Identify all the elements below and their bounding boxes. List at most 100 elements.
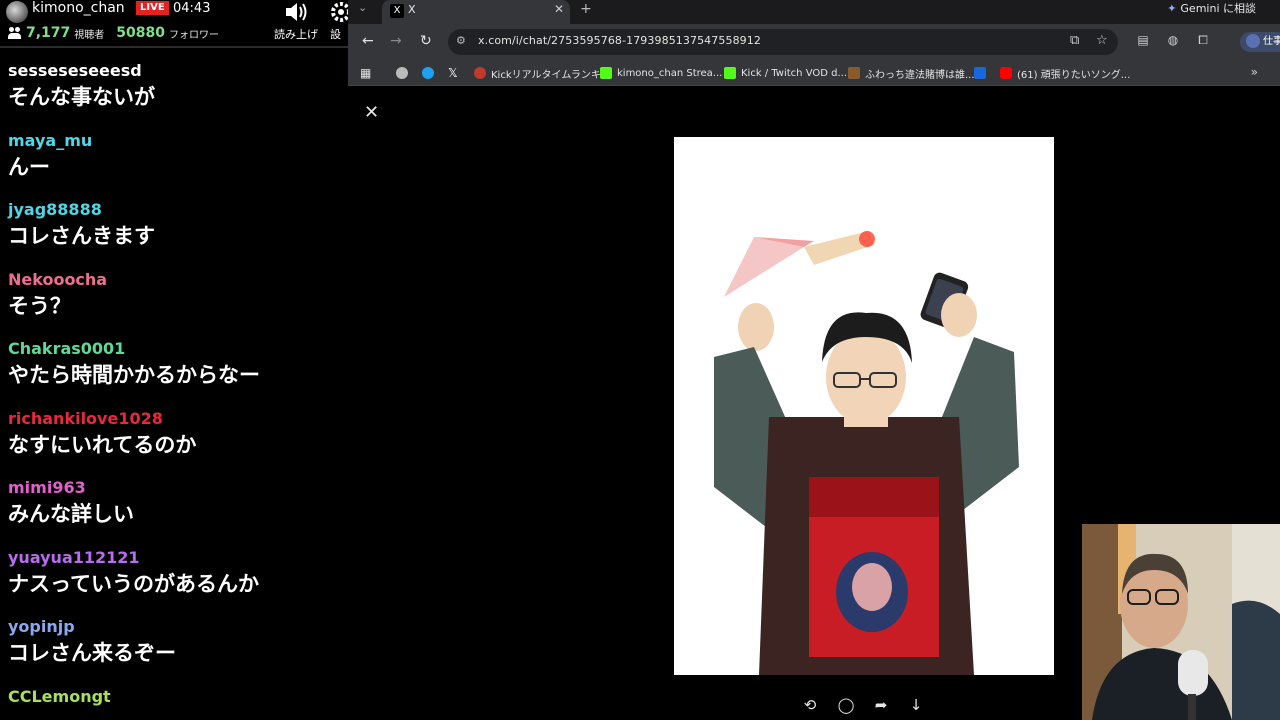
read-aloud-button[interactable]: 読み上げ (272, 0, 320, 42)
settings-label: 設 (330, 28, 341, 41)
chat-message: yopinjp コレさん来るぞー (8, 616, 344, 686)
site-info-icon[interactable]: ⚙ (456, 34, 470, 48)
bookmark-icon-2 (422, 67, 434, 79)
bookmark-fuwacchi[interactable]: ふわっち違法賭博は誰... (848, 66, 975, 81)
viewer-count: 7,177 (26, 25, 71, 41)
bookmark-x[interactable]: 𝕏 (448, 66, 458, 80)
channel-name: kimono_chan (32, 0, 125, 16)
webcam-overlay (1082, 524, 1280, 720)
reload-icon[interactable]: ↻ (420, 33, 432, 49)
bookmark-star-icon[interactable]: ☆ (1096, 33, 1108, 48)
extensions-puzzle-icon[interactable]: ⧠ (1196, 33, 1210, 47)
extension-icon-1[interactable]: ◍ (1166, 33, 1180, 47)
chat-username: maya_mu (8, 130, 93, 150)
browser-toolbar: ← → ↻ ⚙ x.com/i/chat/2753595768-17939851… (348, 24, 1280, 60)
bookmark-label: Kick / Twitch VOD d... (741, 67, 847, 79)
viewers-icon (8, 27, 22, 39)
chat-message: richankilove1028 なすにいれてるのか (8, 408, 344, 478)
chat-username: richankilove1028 (8, 408, 163, 428)
repost-icon[interactable]: ⟲ (800, 695, 820, 715)
download-icon[interactable]: ↓ (906, 695, 926, 715)
chat-overlay: kimono_chan LIVE 04:43 7,177 視聴者 50880 フ… (0, 0, 348, 720)
tab-search-icon[interactable]: ⌄ (358, 0, 374, 18)
close-media-icon[interactable]: ✕ (364, 103, 379, 123)
back-arrow-icon[interactable]: ← (362, 33, 374, 49)
live-badge: LIVE (136, 1, 169, 15)
channel-avatar (6, 1, 28, 23)
stream-elapsed-time: 04:43 (173, 1, 211, 16)
bookmarks-bar: ▦ 𝕏 Kickリアルタイムランキ... kimono_chan Strea..… (348, 60, 1280, 86)
bookmark-label: kimono_chan Strea... (617, 67, 723, 79)
viewer-label: 視聴者 (74, 29, 105, 41)
x-favicon-icon: X (390, 4, 404, 18)
chat-username: yuayua112121 (8, 547, 140, 567)
chat-list: sesseseseeesd そんな事ないが maya_mu んー jyag888… (8, 60, 344, 720)
media-image (674, 137, 1054, 675)
bookmarks-more-icon[interactable]: » (1251, 65, 1258, 79)
address-bar[interactable]: ⚙ x.com/i/chat/2753595768-17939851375475… (448, 29, 1118, 55)
chat-message: Nekooocha そう？ (8, 269, 344, 339)
bookmark-label: (61) 頑張りたいソング... (1017, 69, 1131, 81)
kick-ranking-icon (474, 67, 486, 79)
chat-text: コレさん来るぞー (8, 641, 176, 665)
profile-avatar-icon (1246, 34, 1260, 48)
stream-stats: 7,177 視聴者 50880 フォロワー (8, 24, 219, 42)
chat-username: Nekooocha (8, 269, 108, 289)
tab-strip: ⌄ X X ✕ + ✦ Gemini に相談 (348, 0, 1280, 24)
vod-icon (724, 67, 736, 79)
x-logo-icon: 𝕏 (448, 66, 458, 80)
bookmark-kimono-stream[interactable]: kimono_chan Strea... (600, 66, 722, 80)
bookmark-1[interactable] (396, 66, 413, 80)
profile-button[interactable]: 仕事 (1240, 32, 1280, 52)
stream-tools: 読み上げ 設 (272, 0, 348, 44)
bookmark-apps[interactable]: ▦ (360, 66, 371, 80)
kick-icon (600, 67, 612, 79)
apps-grid-icon: ▦ (360, 66, 372, 80)
bookmark-2[interactable] (422, 66, 439, 80)
chat-username: yopinjp (8, 617, 75, 636)
tab-title: X (408, 3, 416, 16)
bookmark-kick-ranking[interactable]: Kickリアルタイムランキ... (474, 66, 610, 81)
chat-username: CCLemongt (8, 686, 111, 706)
chat-text: みんな詳しい (8, 502, 134, 526)
chat-message: Chakras0001 やたら時間かかるからなー (8, 338, 344, 408)
tab-groups-icon[interactable]: ▤ (1136, 33, 1150, 47)
chat-text: なすにいれてるのか (8, 432, 197, 457)
chat-text: コレさんきます (8, 224, 155, 248)
read-aloud-label: 読み上げ (274, 28, 318, 41)
chat-text: やたら時間かかるからなー (8, 363, 260, 387)
youtube-icon (1000, 67, 1012, 79)
install-app-icon[interactable]: ⧉ (1070, 33, 1079, 48)
chat-username: jyag88888 (8, 200, 102, 219)
chat-username: mimi963 (8, 478, 86, 497)
chat-message: sesseseseeesd そんな事ないが (8, 60, 344, 130)
bookmark-youtube[interactable]: (61) 頑張りたいソング... (1000, 66, 1131, 81)
stream-header: kimono_chan LIVE 04:43 7,177 視聴者 50880 フ… (0, 0, 348, 48)
follower-label: フォロワー (169, 29, 220, 41)
bookmark-vod[interactable]: Kick / Twitch VOD d... (724, 66, 847, 80)
chat-message: jyag88888 コレさんきます (8, 199, 344, 269)
tab-close-icon[interactable]: ✕ (554, 2, 564, 16)
follower-count: 50880 (116, 25, 166, 41)
trello-icon (974, 67, 986, 79)
settings-button[interactable]: 設 (330, 0, 348, 42)
chat-text: ナスっていうのがあるんか (8, 571, 259, 596)
share-icon[interactable]: ➦ (871, 695, 891, 715)
chat-message: mimi963 みんな詳しい (8, 477, 344, 547)
chat-text: そんな事ないが (8, 85, 155, 109)
bookmark-trello[interactable] (974, 66, 991, 80)
gear-icon (330, 0, 348, 26)
profile-label: 仕事 (1263, 36, 1280, 47)
bookmark-icon-1 (396, 67, 408, 79)
url-text[interactable]: x.com/i/chat/2753595768-1793985137547558… (478, 34, 761, 47)
gemini-button[interactable]: ✦ Gemini に相談 (1167, 1, 1256, 17)
forward-arrow-icon[interactable]: → (390, 33, 402, 49)
reply-icon[interactable]: ◯ (836, 695, 856, 715)
chat-username: Chakras0001 (8, 339, 126, 358)
chat-username: sesseseseeesd (8, 61, 142, 80)
new-tab-icon[interactable]: + (580, 1, 592, 17)
tab-x[interactable]: X X ✕ (382, 0, 570, 24)
chat-message: CCLemongt (8, 686, 344, 720)
chat-message: yuayua112121 ナスっていうのがあるんか (8, 547, 344, 617)
fuwacchi-icon (848, 67, 860, 79)
